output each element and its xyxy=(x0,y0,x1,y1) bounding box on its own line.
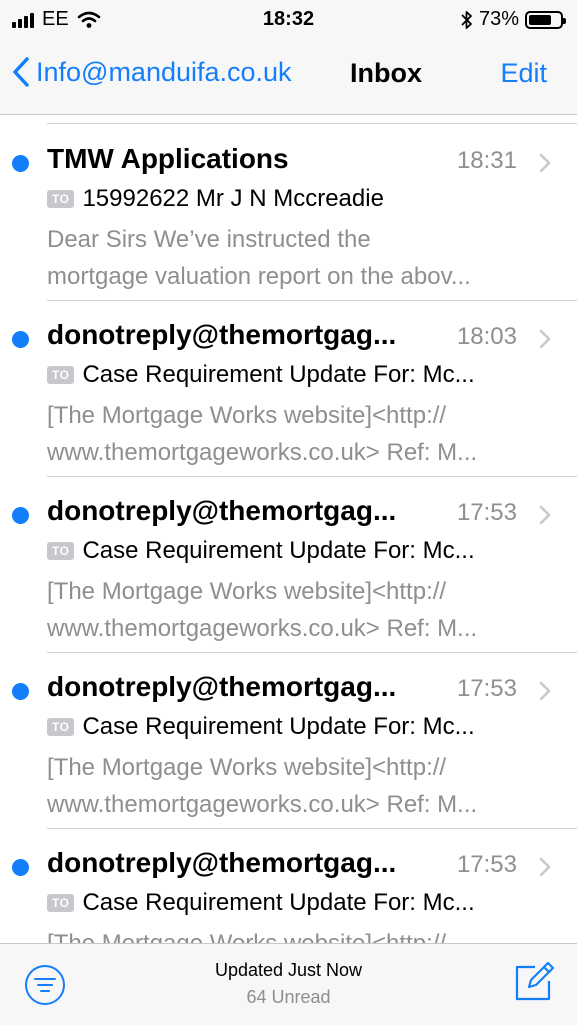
battery-icon xyxy=(525,10,566,29)
message-subject: 15992622 Mr J N Mccreadie xyxy=(82,185,384,212)
unread-dot-icon xyxy=(12,859,29,876)
unread-dot-icon xyxy=(12,683,29,700)
message-list: TMW Applications 18:31 TO 15992622 Mr J … xyxy=(0,115,577,943)
bottom-toolbar: Updated Just Now 64 Unread xyxy=(0,943,577,1025)
message-sender: donotreply@themortgag... xyxy=(47,671,397,702)
preview-line: [The Mortgage Works website]<http:// xyxy=(47,754,447,781)
preview-line: [The Mortgage Works website]<http:// xyxy=(47,578,447,605)
edit-button[interactable]: Edit xyxy=(500,58,547,89)
to-badge: TO xyxy=(47,366,75,384)
message-subject: Case Requirement Update For: Mc... xyxy=(82,889,475,916)
back-label: Info@manduifa.co.uk xyxy=(36,56,292,87)
subject-line: TO Case Requirement Update For: Mc... xyxy=(47,361,539,389)
subject-line: TO Case Requirement Update For: Mc... xyxy=(47,537,539,565)
divider xyxy=(47,123,577,124)
preview-line: www.themortgageworks.co.uk> Ref: M... xyxy=(47,615,478,642)
message-sender: donotreply@themortgag... xyxy=(47,495,397,526)
subject-line: TO Case Requirement Update For: Mc... xyxy=(47,889,539,917)
unread-count: 64 Unread xyxy=(246,987,331,1007)
message-row[interactable]: donotreply@themortgag... 18:03 TO Case R… xyxy=(0,301,577,477)
message-preview: [The Mortgage Works website]<http:// www… xyxy=(47,397,542,471)
preview-line: mortgage valuation report on the abov... xyxy=(47,263,471,290)
unread-dot-icon xyxy=(12,507,29,524)
chevron-right-icon xyxy=(539,153,551,173)
chevron-left-icon xyxy=(13,57,29,87)
message-row[interactable]: donotreply@themortgag... 17:53 TO Case R… xyxy=(0,477,577,653)
message-time: 17:53 xyxy=(456,675,517,702)
message-time: 18:03 xyxy=(456,323,517,350)
message-subject: Case Requirement Update For: Mc... xyxy=(82,537,475,564)
preview-line: www.themortgageworks.co.uk> Ref: M... xyxy=(47,791,478,818)
message-row[interactable]: TMW Applications 18:31 TO 15992622 Mr J … xyxy=(0,125,577,301)
navigation-bar: Info@manduifa.co.uk Inbox Edit xyxy=(0,38,577,115)
message-sender: TMW Applications xyxy=(47,143,289,174)
chevron-right-icon xyxy=(539,329,551,349)
message-row[interactable]: donotreply@themortgag... 17:53 TO Case R… xyxy=(0,829,577,943)
to-badge: TO xyxy=(47,190,75,208)
back-button[interactable]: Info@manduifa.co.uk xyxy=(12,56,292,88)
message-subject: Case Requirement Update For: Mc... xyxy=(82,713,475,740)
battery-fill xyxy=(529,14,551,25)
preview-line: [The Mortgage Works website]<http:// xyxy=(47,402,447,429)
status-right: 73% xyxy=(461,8,566,31)
message-preview: [The Mortgage Works website]<http:// xyxy=(47,925,542,943)
subject-line: TO 15992622 Mr J N Mccreadie xyxy=(47,185,539,213)
compose-icon xyxy=(515,961,555,1001)
battery-percent: 73% xyxy=(478,8,519,30)
unread-dot-icon xyxy=(12,155,29,172)
message-time: 17:53 xyxy=(456,499,517,526)
preview-line: Dear Sirs We’ve instructed the xyxy=(47,226,371,253)
unread-dot-icon xyxy=(12,331,29,348)
message-preview: Dear Sirs We’ve instructed the mortgage … xyxy=(47,221,542,295)
message-time: 18:31 xyxy=(456,147,517,174)
status-bar: EE 18:32 73% xyxy=(0,0,577,38)
to-badge: TO xyxy=(47,718,75,736)
page-title: Inbox xyxy=(350,58,422,88)
message-sender: donotreply@themortgag... xyxy=(47,847,397,878)
chevron-right-icon xyxy=(539,857,551,877)
message-subject: Case Requirement Update For: Mc... xyxy=(82,361,475,388)
to-badge: TO xyxy=(47,542,75,560)
preview-line: www.themortgageworks.co.uk> Ref: M... xyxy=(47,439,478,466)
message-preview: [The Mortgage Works website]<http:// www… xyxy=(47,749,542,823)
updated-status: Updated Just Now xyxy=(214,960,363,980)
preview-line: [The Mortgage Works website]<http:// xyxy=(47,925,542,943)
chevron-right-icon xyxy=(539,505,551,525)
message-preview: [The Mortgage Works website]<http:// www… xyxy=(47,573,542,647)
subject-line: TO Case Requirement Update For: Mc... xyxy=(47,713,539,741)
toolbar-status: Updated Just Now 64 Unread xyxy=(0,960,577,1008)
message-time: 17:53 xyxy=(456,851,517,878)
message-sender: donotreply@themortgag... xyxy=(47,319,397,350)
chevron-right-icon xyxy=(539,681,551,701)
to-badge: TO xyxy=(47,894,75,912)
bluetooth-icon xyxy=(461,10,472,29)
message-row[interactable]: donotreply@themortgag... 17:53 TO Case R… xyxy=(0,653,577,829)
compose-button[interactable] xyxy=(513,961,555,1003)
